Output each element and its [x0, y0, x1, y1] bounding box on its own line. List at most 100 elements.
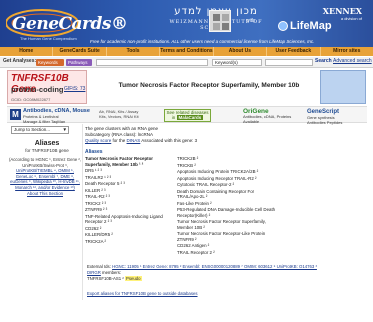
dirgr-members: members:: [100, 270, 122, 275]
alias-item: CD262 ²: [85, 225, 102, 231]
search-button[interactable]: Search: [315, 58, 332, 64]
alias-item: Apoptosis Inducing Protein TRICK2A/2B ²: [177, 169, 259, 174]
with-label: with: [246, 18, 255, 24]
alias-item: KILLER ² ³: [85, 187, 106, 193]
advanced-search-link[interactable]: Advanced search: [333, 58, 372, 64]
gene-full-name: Tumor Necrosis Factor Receptor Superfami…: [118, 82, 300, 89]
alias-sources: (According to HGNC ¹, Entrez Gene ², Uni…: [8, 157, 82, 197]
nav-mirror-sites[interactable]: Mirror sites: [321, 47, 373, 56]
malacards-in: in: [171, 115, 176, 120]
nav-tools[interactable]: Tools: [107, 47, 161, 56]
quality-score-link[interactable]: Quality score: [85, 138, 111, 143]
alias-item: TRAILR2 ¹ ² ³: [85, 174, 112, 180]
gene-symbol-box: TNFRSF10B Gene protein-coding GIFtS: 73 …: [7, 70, 87, 104]
dirgr-link[interactable]: DIRGR: [87, 270, 101, 275]
gcid[interactable]: GCID: GC08M022877: [11, 97, 50, 102]
genecards-logo[interactable]: GeneCards® The Human Gene Compendium: [6, 5, 128, 43]
analyses-label: Get Analyses:: [3, 58, 37, 64]
lifemap-text: LifeMap: [290, 20, 332, 32]
about-section-link[interactable]: About This Section: [27, 191, 63, 196]
alias-item: TRAIL-R2 ² ³: [85, 194, 110, 199]
gifts-score-link[interactable]: GIFtS: 73: [64, 86, 85, 92]
alias-item: TRICK2 ² ³: [85, 200, 106, 206]
aliases-subheading: for TNFRSF10B gene: [25, 148, 69, 153]
search-type-select[interactable]: Keyword(s): [212, 59, 262, 66]
logo-subtitle: The Human Gene Compendium: [20, 36, 77, 41]
sponsor-ad-1[interactable]: M Antibodies, cDNA, Mouse Proteins & Len…: [10, 108, 90, 124]
jump-to-section-select[interactable]: Jump to Section... ▼: [11, 126, 69, 134]
alias-item: TRICKB ²: [177, 162, 196, 168]
sponsor-1-line3: Manage & filter TaqMan: [23, 119, 66, 124]
intro-tail: Associated with this gene: 3: [140, 138, 198, 143]
alias-item: Death Domain Containing Receptor For TRA…: [177, 188, 255, 200]
alias-item: ZTNFR9 ² ³: [85, 207, 108, 212]
keywords-chip[interactable]: Keywords: [36, 59, 64, 66]
alias-item: Tumor Necrosis Factor Receptor Superfami…: [177, 219, 266, 230]
alias-item: TRICK2A ²: [85, 238, 106, 244]
external-ids-label: External Ids:: [87, 264, 111, 269]
pseudo-badge: Pseudo: [124, 276, 142, 281]
main-nav: Home GeneCards Suite Tools Terms and Con…: [0, 47, 373, 56]
nav-feedback[interactable]: User Feedback: [267, 47, 321, 56]
pathways-chip[interactable]: Pathways: [66, 59, 92, 66]
partner-brand: XENNEX: [322, 6, 362, 16]
malacards-brand: MalaCards: [176, 115, 204, 120]
genescript-ad[interactable]: GeneScript Gene synthesis Antibodies Pep…: [307, 109, 365, 125]
alias-item: KILLER/DR5 ²: [85, 232, 113, 237]
license-tagline: Free for academic non-profit institution…: [90, 39, 315, 44]
lifemap-globe-icon: [278, 21, 288, 31]
nav-about[interactable]: About Us: [214, 47, 268, 56]
alias-item: TRAIL Receptor 2 ²: [177, 249, 215, 255]
malacards-ad[interactable]: See related diseases in MalaCards: [164, 109, 211, 122]
sponsor-strip: M Antibodies, cDNA, Mouse Proteins & Len…: [7, 106, 367, 125]
nav-terms[interactable]: Terms and Conditions: [160, 47, 214, 56]
alias-item: P53-Regulated DNA Damage-Inducible Cell …: [177, 207, 276, 218]
alias-item: Tumor Necrosis Factor Receptor-Like Prot…: [177, 231, 266, 242]
secondary-search-input[interactable]: [265, 59, 313, 66]
section-divider: [82, 124, 83, 300]
alias-item: Death Receptor 5 ² ³: [85, 181, 125, 186]
antisense-gene[interactable]: TNFRSF10B-AS1 ²: [87, 276, 124, 281]
export-aliases-link[interactable]: Export aliases for TNFRSF10B gene to out…: [87, 291, 198, 296]
aliases-heading: Aliases: [34, 140, 60, 147]
alias-item: Tumor Necrosis Factor Receptor Superfami…: [85, 156, 153, 167]
alias-item: Fas-Like Protein ²: [177, 200, 212, 206]
aliases-section-title: Aliases: [85, 149, 103, 155]
origene-line2: Available: [243, 119, 260, 124]
alias-column-left: Tumor Necrosis Factor Receptor Superfami…: [85, 156, 177, 256]
alias-source-line[interactable]: euGenes ⁹, Wikipedia ¹⁰, H-InvDB ¹¹,: [10, 179, 80, 184]
lifemap-brand[interactable]: XENNEX a division of LifeMap: [274, 6, 366, 36]
alias-item: TRICK2B ²: [177, 156, 199, 161]
weizmann-emblem-icon: [209, 10, 231, 32]
dinas-link[interactable]: DINAS: [127, 138, 141, 143]
alias-source-line[interactable]: UniProtKB/TrEMBL ⁴, OMIM ⁵,: [16, 168, 74, 173]
chevron-down-icon: ▼: [62, 127, 67, 132]
intro-line-3: Quality score for the DINAS Associated w…: [85, 138, 370, 144]
intro-for: for the: [111, 138, 127, 143]
alias-source-line[interactable]: Monarch ¹², and/or Evidence ¹³): [15, 185, 75, 190]
alias-item: CD262 Antigen ²: [177, 243, 210, 248]
external-ids-links[interactable]: HGNC: 11905 ¹ Entrez Gene: 8795 ² Ensemb…: [112, 264, 317, 269]
sponsor-2-line2: Kits, Vectors, RNAi Kit: [99, 114, 139, 119]
alias-item: TNF-Related Apoptosis-Inducing Ligand Re…: [85, 213, 163, 225]
alias-column-right: TRICK2B ² TRICKB ² Apoptosis Inducing Pr…: [177, 156, 277, 256]
header-banner: GeneCards® The Human Gene Compendium מכו…: [0, 0, 373, 47]
external-ids: External Ids: HGNC: 11905 ¹ Entrez Gene:…: [87, 264, 369, 282]
aliases-content: The gene clusters with an RNA gene Subca…: [85, 126, 370, 256]
gene-side-panel: [320, 70, 366, 104]
alias-source-line[interactable]: (According to HGNC ¹, Entrez Gene ², Uni…: [9, 157, 81, 168]
sponsor-1-logo-icon: M: [10, 109, 21, 120]
alias-source-line[interactable]: GeneLoc ⁶, Ensembl ⁷, DME ⁸,: [16, 174, 74, 179]
sponsor-ad-2[interactable]: Ab, RNAi, Kits / Assay Kits, Vectors, RN…: [99, 109, 151, 122]
logo-text: GeneCards®: [12, 14, 128, 34]
nav-home[interactable]: Home: [0, 47, 54, 56]
search-input[interactable]: [96, 59, 208, 66]
search-bar: Get Analyses: Keywords Pathways Keyword(…: [0, 57, 373, 68]
origene-ad[interactable]: OriGene Antibodies, cDNA, Proteins Avail…: [243, 108, 305, 124]
alias-item: Apoptosis Inducing Receptor TRAIL-R2 ²: [177, 175, 257, 181]
alias-grid: Tumor Necrosis Factor Receptor Superfami…: [85, 156, 370, 256]
jump-label: Jump to Section...: [14, 127, 51, 132]
nav-genecards-suite[interactable]: GeneCards Suite: [53, 47, 107, 56]
alias-item: DR5 ¹ ² ³: [85, 168, 102, 173]
gene-category: protein-coding: [11, 85, 64, 94]
